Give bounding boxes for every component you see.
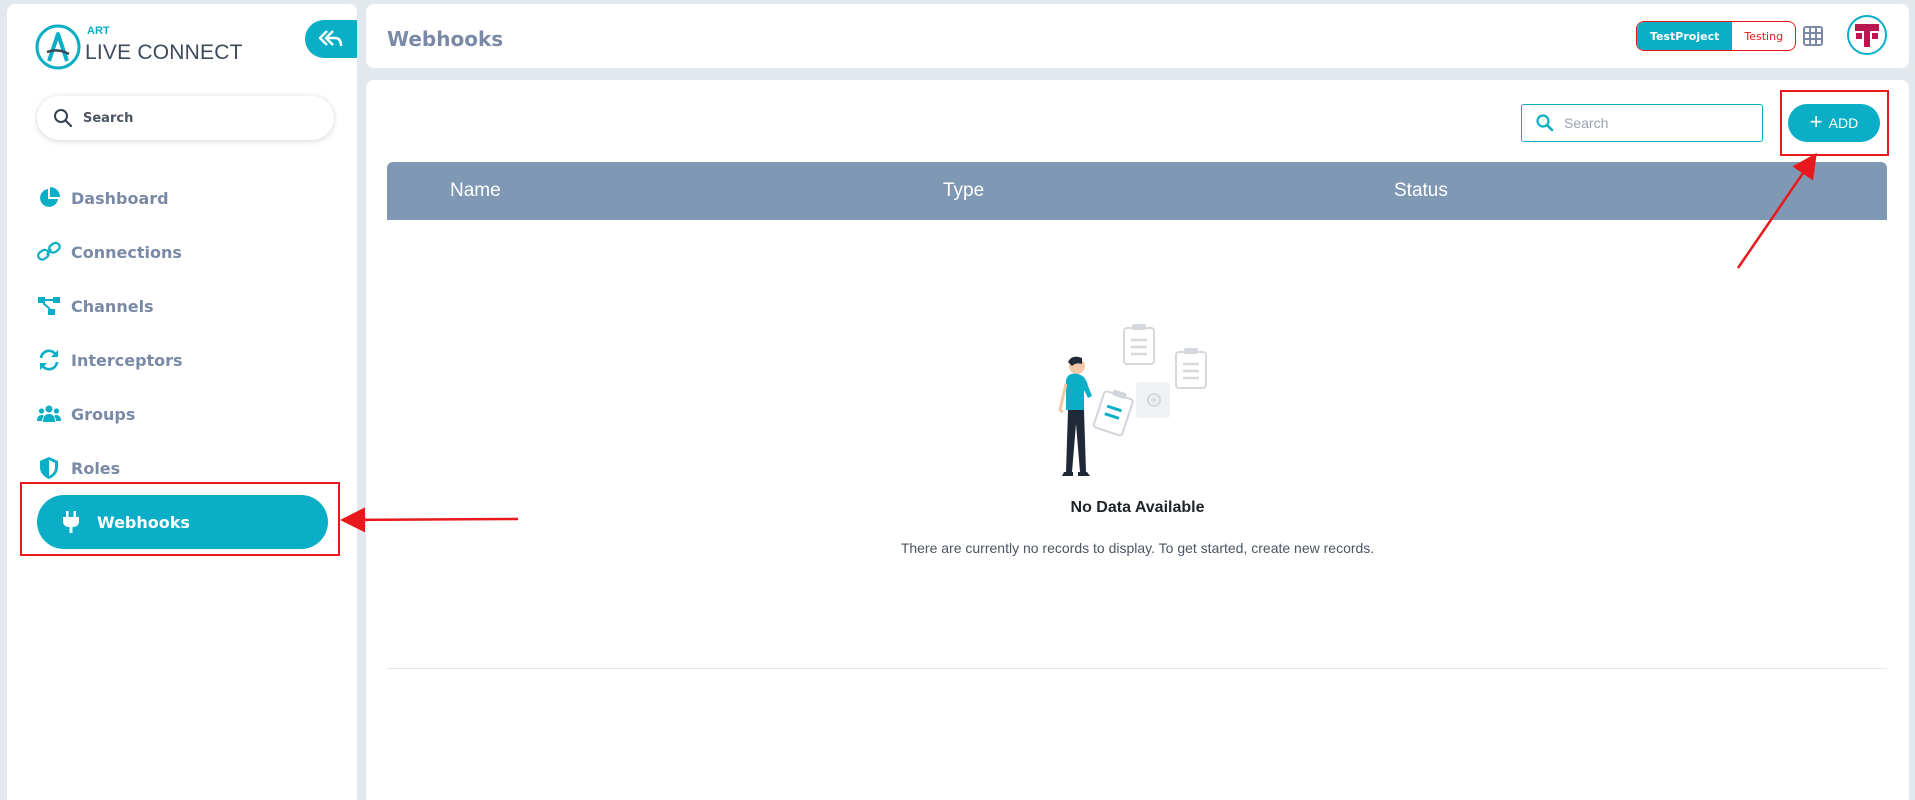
- sidebar-nav: Dashboard Connections Channels Intercept…: [37, 171, 334, 549]
- column-header-type[interactable]: Type: [943, 180, 984, 202]
- sidebar-item-label: Groups: [71, 404, 136, 424]
- sidebar-item-dashboard[interactable]: Dashboard: [37, 171, 334, 225]
- sidebar-search-input[interactable]: Search: [37, 96, 334, 140]
- collapse-sidebar-button[interactable]: [305, 20, 357, 58]
- sidebar: ART LIVE CONNECT Search Dashboard Connec…: [7, 4, 357, 800]
- link-icon: [37, 240, 61, 264]
- logo-mark-icon: [35, 24, 81, 70]
- sidebar-item-connections[interactable]: Connections: [37, 225, 334, 279]
- table-header: Name Type Status: [387, 162, 1887, 220]
- reply-all-icon: [318, 30, 343, 47]
- avatar[interactable]: [1847, 15, 1887, 55]
- avatar-logo-icon: [1855, 24, 1879, 47]
- project-option-testing[interactable]: Testing: [1732, 22, 1795, 50]
- sidebar-item-label: Channels: [71, 296, 154, 316]
- pie-chart-icon: [37, 186, 61, 210]
- project-switcher: TestProject Testing: [1636, 21, 1797, 51]
- search-icon: [1536, 114, 1554, 132]
- column-header-status[interactable]: Status: [1394, 180, 1448, 202]
- table-footer-divider: [387, 668, 1887, 669]
- table-search-input[interactable]: [1564, 115, 1754, 131]
- empty-state-description: There are currently no records to displa…: [900, 540, 1375, 556]
- shield-icon: [37, 456, 61, 480]
- sidebar-item-label: Connections: [71, 242, 182, 262]
- apps-grid-icon[interactable]: [1802, 25, 1826, 49]
- sidebar-item-channels[interactable]: Channels: [37, 279, 334, 333]
- page-title: Webhooks: [387, 27, 504, 51]
- sidebar-item-label: Dashboard: [71, 188, 169, 208]
- sidebar-item-label: Roles: [71, 458, 121, 478]
- sidebar-item-label: Interceptors: [71, 350, 183, 370]
- app-logo[interactable]: ART LIVE CONNECT: [35, 24, 243, 70]
- refresh-icon: [37, 348, 61, 372]
- annotation-highlight-box: [20, 482, 340, 556]
- table-search-field[interactable]: [1521, 104, 1763, 142]
- sidebar-item-groups[interactable]: Groups: [37, 387, 334, 441]
- top-bar: Webhooks TestProject Testing: [366, 4, 1909, 68]
- logo-name-label: LIVE CONNECT: [85, 41, 243, 64]
- sidebar-search-placeholder: Search: [83, 110, 134, 126]
- annotation-highlight-box: [1780, 90, 1889, 156]
- logo-art-label: ART: [87, 25, 110, 37]
- channels-icon: [37, 294, 61, 318]
- users-icon: [37, 402, 61, 426]
- search-icon: [54, 109, 73, 128]
- main-panel: + ADD Name Type Status: [366, 80, 1909, 800]
- logo-text: ART LIVE CONNECT: [85, 25, 243, 65]
- project-option-testproject[interactable]: TestProject: [1637, 22, 1733, 50]
- empty-state-illustration: [1058, 324, 1207, 476]
- column-header-name[interactable]: Name: [450, 180, 501, 202]
- empty-state-title: No Data Available: [1070, 499, 1205, 516]
- sidebar-item-interceptors[interactable]: Interceptors: [37, 333, 334, 387]
